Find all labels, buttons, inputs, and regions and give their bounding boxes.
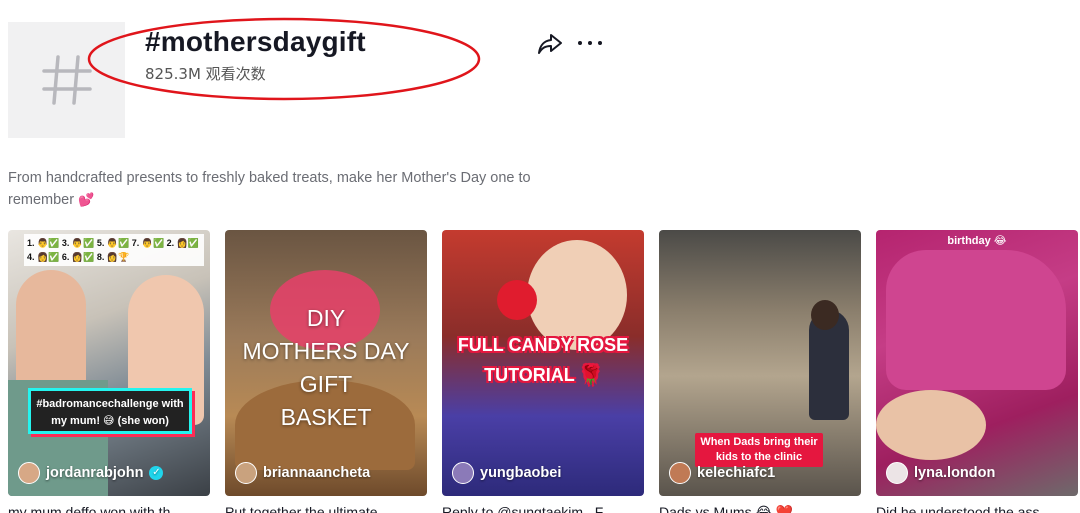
avatar [235, 462, 257, 484]
page-title: #mothersdaygift [145, 26, 366, 57]
video-caption[interactable]: Dads vs Mums 😂 ❤️ [659, 504, 861, 513]
video-card[interactable]: FULL CANDY ROSE TUTORIAL 🌹 yungbaobei Re… [442, 230, 644, 513]
heart-emoji: 💕 [78, 192, 95, 207]
more-icon [578, 41, 582, 45]
video-overlay-text: #badromancechallenge with my mum! 😅 (she… [28, 388, 192, 434]
avatar [452, 462, 474, 484]
video-author[interactable]: yungbaobei [452, 462, 561, 484]
video-grid: 1. 👨✅ 3. 👨✅ 5. 👨✅ 7. 👨✅ 2. 👩✅ 4. 👩✅ 6. 👩… [8, 230, 1080, 513]
more-button[interactable] [578, 33, 602, 53]
avatar [886, 462, 908, 484]
avatar [18, 462, 40, 484]
video-overlay-text: birthday 😂 [947, 235, 1007, 247]
video-thumbnail[interactable]: FULL CANDY ROSE TUTORIAL 🌹 yungbaobei [442, 230, 644, 496]
ranking-overlay: 1. 👨✅ 3. 👨✅ 5. 👨✅ 7. 👨✅ 2. 👩✅ 4. 👩✅ 6. 👩… [24, 234, 204, 266]
video-author[interactable]: briannaancheta [235, 462, 370, 484]
view-count: 825.3M 观看次数 [145, 65, 266, 83]
video-card[interactable]: DIY MOTHERS DAY GIFT BASKET briannaanche… [225, 230, 427, 513]
share-button[interactable] [537, 32, 563, 56]
video-caption[interactable]: Put together the ultimate [225, 504, 427, 513]
video-thumbnail[interactable]: 1. 👨✅ 3. 👨✅ 5. 👨✅ 7. 👨✅ 2. 👩✅ 4. 👩✅ 6. 👩… [8, 230, 210, 496]
video-overlay-text: FULL CANDY ROSE TUTORIAL 🌹 [457, 335, 629, 385]
hashtag-icon [41, 55, 92, 105]
video-card[interactable]: When Dads bring their kids to the clinic… [659, 230, 861, 513]
video-card[interactable]: birthday 😂 lyna.london Did he understood… [876, 230, 1078, 513]
video-caption[interactable]: my mum deffo won with th [8, 504, 210, 513]
video-author[interactable]: jordanrabjohn ✓ [18, 462, 164, 484]
video-author[interactable]: lyna.london [886, 462, 995, 484]
video-author[interactable]: kelechiafc1 [669, 462, 775, 484]
avatar [669, 462, 691, 484]
video-caption[interactable]: Did he understood the ass [876, 504, 1078, 513]
hashtag-avatar [8, 22, 125, 138]
hashtag-description: From handcrafted presents to freshly bak… [8, 170, 531, 208]
video-thumbnail[interactable]: DIY MOTHERS DAY GIFT BASKET briannaanche… [225, 230, 427, 496]
video-thumbnail[interactable]: When Dads bring their kids to the clinic… [659, 230, 861, 496]
video-overlay-text: DIY MOTHERS DAY GIFT BASKET [242, 305, 410, 430]
verified-badge-icon: ✓ [149, 466, 164, 480]
video-thumbnail[interactable]: birthday 😂 lyna.london [876, 230, 1078, 496]
video-caption[interactable]: Reply to @sungtaekim . F [442, 504, 644, 513]
video-card[interactable]: 1. 👨✅ 3. 👨✅ 5. 👨✅ 7. 👨✅ 2. 👩✅ 4. 👩✅ 6. 👩… [8, 230, 210, 513]
share-icon [538, 34, 562, 54]
